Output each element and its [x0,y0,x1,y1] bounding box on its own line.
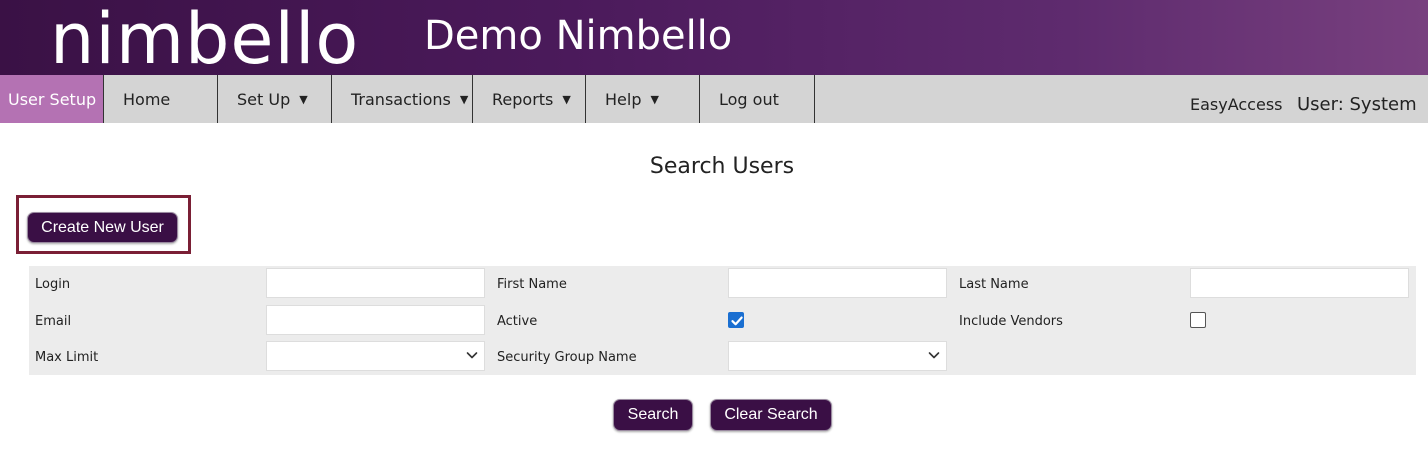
nav-reports[interactable]: Reports ▼ [473,75,586,123]
include-vendors-label: Include Vendors [959,314,1063,329]
easy-access-link[interactable]: EasyAccess [1190,80,1283,128]
app-title: Demo Nimbello [424,13,733,59]
login-label: Login [35,277,71,292]
caret-down-icon: ▼ [299,92,308,106]
active-label: Active [497,314,538,329]
email-label: Email [35,314,72,329]
first-name-label: First Name [497,277,567,292]
nav-log-out[interactable]: Log out [700,75,815,123]
nav-set-up[interactable]: Set Up ▼ [218,75,332,123]
nav-user-setup[interactable]: User Setup [0,75,104,123]
nav-label: Log out [719,89,779,109]
chevron-down-icon [928,352,940,359]
chevron-down-icon [466,352,478,359]
security-group-label: Security Group Name [497,350,637,365]
first-name-input[interactable] [728,268,947,298]
nav-home[interactable]: Home [104,75,218,123]
nav-label: Reports [492,89,554,109]
current-user-label: User: System [1297,93,1417,115]
max-limit-label: Max Limit [35,350,99,365]
caret-down-icon: ▼ [562,92,571,106]
nav-help[interactable]: Help ▼ [586,75,700,123]
page-title: Search Users [649,154,795,179]
email-input[interactable] [266,305,485,335]
nav-label: User Setup [8,89,97,109]
main-nav: User Setup Home Set Up ▼ Transactions ▼ … [0,75,1428,123]
checkmark-icon [731,316,743,326]
active-checkbox[interactable] [728,312,744,328]
nav-transactions[interactable]: Transactions ▼ [332,75,473,123]
max-limit-select[interactable] [266,341,485,371]
last-name-input[interactable] [1190,268,1409,298]
search-form-panel: Login First Name Last Name Email Active … [29,266,1416,375]
login-input[interactable] [266,268,485,298]
nav-label: Home [123,89,171,109]
search-button[interactable]: Search [613,399,693,431]
caret-down-icon: ▼ [650,92,659,106]
nav-label: Help [605,89,642,109]
nimbello-logo[interactable]: nimbello [50,0,359,84]
include-vendors-checkbox[interactable] [1190,312,1206,328]
security-group-select[interactable] [728,341,947,371]
create-new-user-button[interactable]: Create New User [27,212,178,243]
caret-down-icon: ▼ [459,92,469,106]
last-name-label: Last Name [959,277,1029,292]
app-header: nimbello Demo Nimbello [0,0,1428,80]
nav-label: Transactions [351,89,451,109]
clear-search-button[interactable]: Clear Search [710,399,832,431]
nav-label: Set Up [237,89,291,109]
